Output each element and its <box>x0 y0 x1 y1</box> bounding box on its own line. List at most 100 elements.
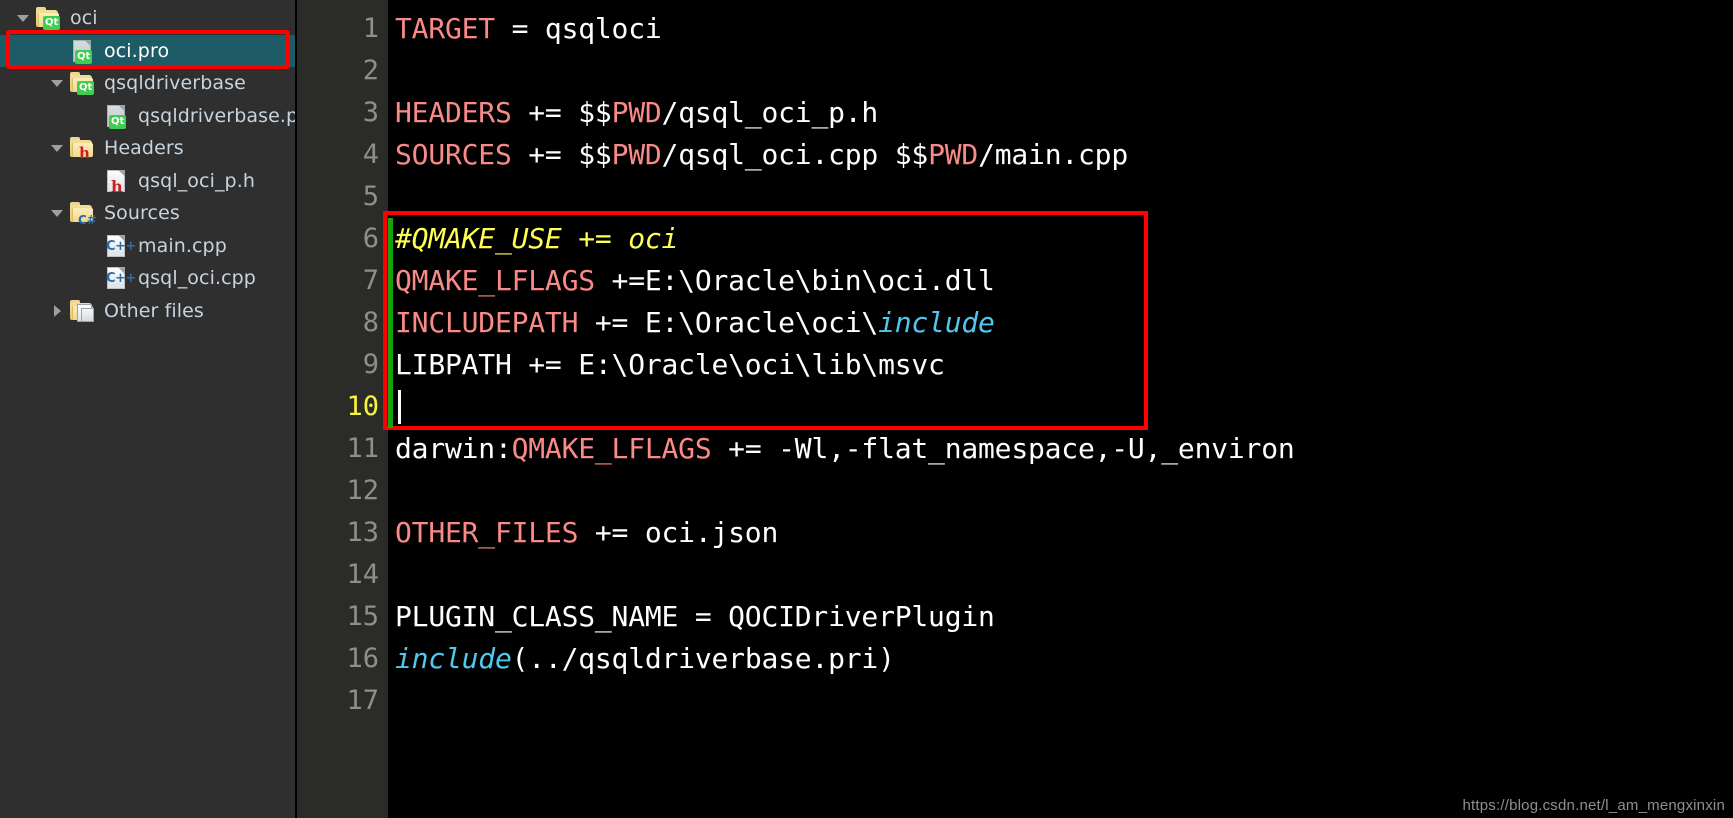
code-token: HEADERS <box>395 96 512 129</box>
code-token: darwin: <box>395 432 512 465</box>
code-text[interactable]: OTHER_FILES += oci.json <box>395 512 778 554</box>
file-header-icon: h <box>102 167 130 195</box>
code-line[interactable]: 14 <box>295 554 1733 596</box>
line-number: 17 <box>346 685 379 716</box>
code-line[interactable]: 10 <box>295 386 1733 428</box>
code-line[interactable]: 9 LIBPATH += E:\Oracle\oci\lib\msvc <box>295 344 1733 386</box>
code-text[interactable]: HEADERS += $$PWD/qsql_oci_p.h <box>395 92 878 134</box>
code-line[interactable]: 16 include(../qsqldriverbase.pri) <box>295 638 1733 680</box>
code-token: += E:\Oracle\oci\ <box>578 306 879 339</box>
tree-item-qsqldriverbase[interactable]: Qt qsqldriverbase <box>0 67 295 100</box>
code-text[interactable]: #QMAKE_USE += oci <box>395 218 678 260</box>
tree-item-qsqldriverbase-pri[interactable]: Qt qsqldriverbase.pri <box>0 100 295 133</box>
folder-qt-icon: Qt <box>34 4 62 32</box>
code-line[interactable]: 2 <box>295 50 1733 92</box>
tree-item-label: qsql_oci.cpp <box>138 267 256 290</box>
code-token: QMAKE_LFLAGS <box>511 432 712 465</box>
text-cursor <box>398 390 401 424</box>
line-number: 7 <box>362 265 379 296</box>
tree-item-other-files[interactable]: Other files <box>0 295 295 328</box>
tree-arrow-spacer <box>80 170 102 192</box>
folder-header-icon: h <box>68 134 96 162</box>
code-token: /main.cpp <box>978 138 1128 171</box>
line-number: 8 <box>362 307 379 338</box>
chevron-down-icon[interactable] <box>46 202 68 224</box>
tree-arrow-spacer <box>80 105 102 127</box>
code-text[interactable]: SOURCES += $$PWD/qsql_oci.cpp $$PWD/main… <box>395 134 1128 176</box>
code-line[interactable]: 13 OTHER_FILES += oci.json <box>295 512 1733 554</box>
tree-item-label: oci.pro <box>104 39 170 62</box>
line-number: 5 <box>362 181 379 212</box>
tree-item-sources[interactable]: C# Sources <box>0 197 295 230</box>
code-line[interactable]: 11 darwin:QMAKE_LFLAGS += -Wl,-flat_names… <box>295 428 1733 470</box>
tree-item-label: main.cpp <box>138 234 227 257</box>
ide-window: Qt oci Qt oci.pro Qt qsqldriverbase Qt qsqldriv… <box>0 0 1733 818</box>
code-token: PWD <box>611 138 662 171</box>
code-line[interactable]: 6 #QMAKE_USE += oci <box>295 218 1733 260</box>
code-line[interactable]: 8 INCLUDEPATH += E:\Oracle\oci\include <box>295 302 1733 344</box>
chevron-down-icon[interactable] <box>12 7 34 29</box>
folder-other-files-icon <box>68 297 96 325</box>
code-token: LIBPATH += E:\Oracle\oci\lib\msvc <box>395 348 945 381</box>
code-text[interactable]: QMAKE_LFLAGS +=E:\Oracle\bin\oci.dll <box>395 260 995 302</box>
code-token: QMAKE_LFLAGS <box>395 264 595 297</box>
code-text[interactable]: include(../qsqldriverbase.pri) <box>395 638 895 680</box>
code-token: INCLUDEPATH <box>395 306 579 339</box>
chevron-down-icon[interactable] <box>46 137 68 159</box>
file-cpp-icon: C++ <box>102 264 136 292</box>
project-tree-panel[interactable]: Qt oci Qt oci.pro Qt qsqldriverbase Qt qsqldriv… <box>0 0 295 818</box>
code-line[interactable]: 17 <box>295 680 1733 722</box>
code-editor[interactable]: 1 TARGET = qsqloci 2 3 HEADERS += $$PWD/qsql… <box>295 0 1733 818</box>
code-line[interactable]: 15 PLUGIN_CLASS_NAME = QOCIDriverPlugin <box>295 596 1733 638</box>
chevron-down-icon[interactable] <box>46 72 68 94</box>
code-text[interactable]: TARGET = qsqloci <box>395 8 662 50</box>
code-line[interactable]: 3 HEADERS += $$PWD/qsql_oci_p.h <box>295 92 1733 134</box>
tree-item-label: Other files <box>104 299 204 322</box>
code-line[interactable]: 4 SOURCES += $$PWD/qsql_oci.cpp $$PWD/mai… <box>295 134 1733 176</box>
line-number: 2 <box>362 55 379 86</box>
tree-item-label: oci <box>70 7 98 30</box>
tree-item-headers[interactable]: h Headers <box>0 132 295 165</box>
code-token: /qsql_oci_p.h <box>661 96 879 129</box>
code-token: /qsql_oci.cpp $$ <box>661 138 929 171</box>
code-text[interactable]: INCLUDEPATH += E:\Oracle\oci\include <box>395 302 995 344</box>
line-number: 4 <box>362 139 379 170</box>
line-number: 15 <box>346 601 379 632</box>
line-number: 1 <box>362 13 379 44</box>
tree-arrow-spacer <box>80 267 102 289</box>
code-line[interactable]: 12 <box>295 470 1733 512</box>
tree-item-qsql-oci-cpp[interactable]: C++ qsql_oci.cpp <box>0 262 295 295</box>
code-line[interactable]: 7 QMAKE_LFLAGS +=E:\Oracle\bin\oci.dll <box>295 260 1733 302</box>
code-token: (../qsqldriverbase.pri) <box>511 642 895 675</box>
tree-item-label: Sources <box>104 202 180 225</box>
code-token: SOURCES <box>395 138 512 171</box>
watermark-text: https://blog.csdn.net/l_am_mengxinxin <box>1462 797 1725 814</box>
code-text[interactable]: darwin:QMAKE_LFLAGS += -Wl,-flat_namespa… <box>395 428 1295 470</box>
code-line[interactable]: 5 <box>295 176 1733 218</box>
tree-item-qsql-oci-p-h[interactable]: h qsql_oci_p.h <box>0 165 295 198</box>
code-token: PLUGIN_CLASS_NAME = QOCIDriverPlugin <box>395 600 995 633</box>
code-text[interactable]: LIBPATH += E:\Oracle\oci\lib\msvc <box>395 344 945 386</box>
tree-item-label: qsqldriverbase.pri <box>138 104 295 127</box>
code-token: +=E:\Oracle\bin\oci.dll <box>594 264 995 297</box>
file-qt-icon: Qt <box>68 37 96 65</box>
code-token: += $$ <box>511 138 612 171</box>
tree-item-oci-pro[interactable]: Qt oci.pro <box>0 34 295 67</box>
code-line[interactable]: 1 TARGET = qsqloci <box>295 8 1733 50</box>
tree-item-main-cpp[interactable]: C++ main.cpp <box>0 230 295 263</box>
line-number: 11 <box>346 433 379 464</box>
code-token: += $$ <box>511 96 612 129</box>
file-qt-icon: Qt <box>102 102 130 130</box>
line-number: 12 <box>346 475 379 506</box>
tree-item-oci[interactable]: Qt oci <box>0 2 295 35</box>
chevron-right-icon[interactable] <box>46 300 68 322</box>
line-number: 6 <box>362 223 379 254</box>
folder-qt-icon: Qt <box>68 69 96 97</box>
code-text[interactable]: PLUGIN_CLASS_NAME = QOCIDriverPlugin <box>395 596 995 638</box>
line-number: 14 <box>346 559 379 590</box>
code-token: include <box>878 306 995 339</box>
code-token: += -Wl,-flat_namespace,-U,_environ <box>711 432 1295 465</box>
code-token: OTHER_FILES <box>395 516 579 549</box>
code-token: #QMAKE_USE += oci <box>395 222 679 255</box>
folder-sources-icon: C# <box>68 199 97 227</box>
